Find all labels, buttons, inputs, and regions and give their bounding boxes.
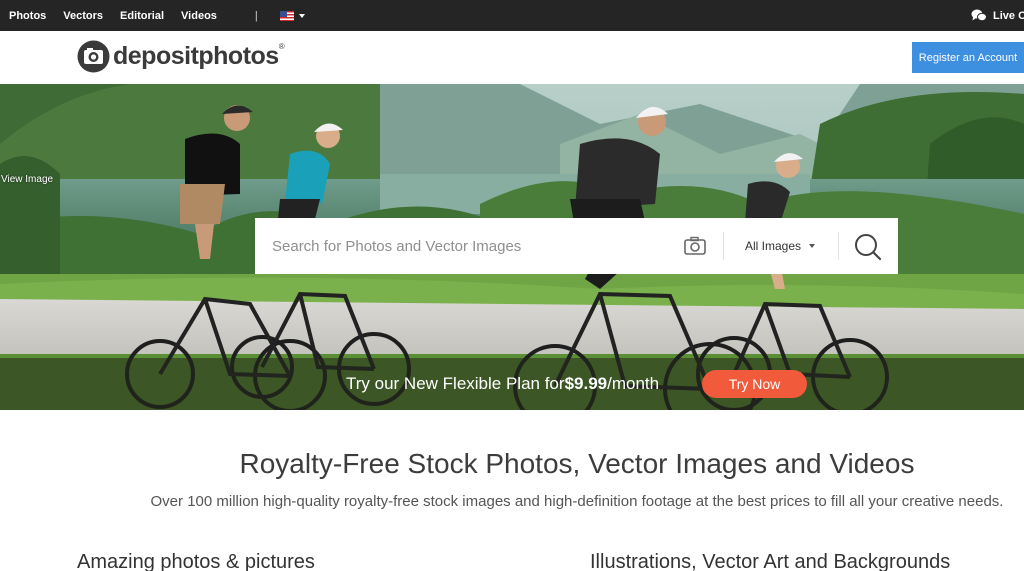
site-header: depositphotos ® Register an Account — [0, 31, 1024, 84]
chat-bubbles-icon — [971, 9, 987, 22]
image-type-selected: All Images — [745, 239, 802, 253]
top-navigation: Photos Vectors Editorial Videos | — [0, 0, 305, 31]
try-now-button[interactable]: Try Now — [702, 370, 807, 398]
language-selector[interactable] — [279, 10, 305, 21]
nav-separator: | — [254, 9, 258, 22]
search-bar: All Images — [255, 218, 898, 274]
view-image-link[interactable]: View Image — [1, 174, 53, 185]
chevron-down-icon — [298, 13, 305, 18]
depositphotos-logo[interactable]: depositphotos ® — [77, 40, 285, 73]
image-type-dropdown[interactable]: All Images — [745, 218, 816, 274]
section-heading-photos: Amazing photos & pictures — [77, 551, 315, 571]
promo-text-before: Try our New Flexible Plan for — [346, 374, 565, 393]
nav-link-photos[interactable]: Photos — [9, 10, 46, 22]
page-subtitle: Over 100 million high-quality royalty-fr… — [150, 493, 1004, 510]
top-bar: Photos Vectors Editorial Videos | Live C — [0, 0, 1024, 31]
us-flag-icon — [279, 10, 294, 21]
nav-link-videos[interactable]: Videos — [181, 10, 217, 22]
camera-icon[interactable] — [683, 235, 707, 257]
search-divider — [838, 232, 839, 260]
promo-strip: Try our New Flexible Plan for $9.99 /mon… — [0, 358, 1024, 410]
logo-wordmark: depositphotos — [113, 42, 279, 70]
page-title: Royalty-Free Stock Photos, Vector Images… — [239, 448, 915, 479]
promo-price: $9.99 — [564, 374, 608, 393]
nav-link-editorial[interactable]: Editorial — [120, 10, 164, 22]
promo-message: Try our New Flexible Plan for $9.99 /mon… — [346, 358, 659, 410]
search-input[interactable] — [272, 218, 672, 274]
search-icon[interactable] — [853, 232, 883, 262]
search-divider — [723, 232, 724, 260]
section-heading-illustrations: Illustrations, Vector Art and Background… — [590, 551, 951, 571]
camera-logo-icon — [77, 40, 110, 73]
nav-link-vectors[interactable]: Vectors — [63, 10, 103, 22]
register-account-button[interactable]: Register an Account — [912, 42, 1024, 73]
registered-mark: ® — [278, 42, 285, 51]
live-chat-label: Live C — [993, 9, 1024, 22]
promo-text-after: /month — [607, 374, 660, 393]
live-chat-link[interactable]: Live C — [971, 0, 1024, 31]
chevron-down-icon — [809, 244, 816, 248]
